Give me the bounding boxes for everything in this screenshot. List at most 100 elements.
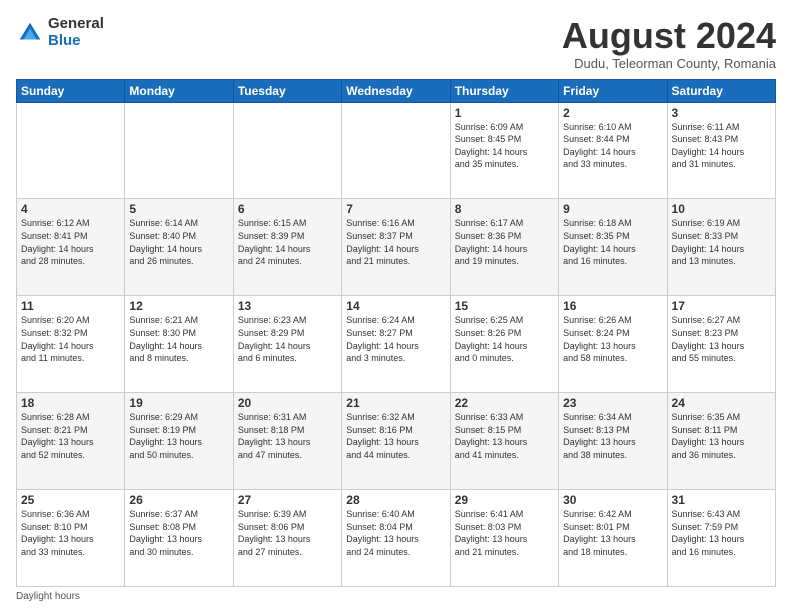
table-row: 13Sunrise: 6:23 AM Sunset: 8:29 PM Dayli… — [233, 296, 341, 393]
day-number: 8 — [455, 202, 554, 216]
day-info: Sunrise: 6:17 AM Sunset: 8:36 PM Dayligh… — [455, 217, 554, 267]
day-info: Sunrise: 6:28 AM Sunset: 8:21 PM Dayligh… — [21, 411, 120, 461]
day-info: Sunrise: 6:32 AM Sunset: 8:16 PM Dayligh… — [346, 411, 445, 461]
day-number: 24 — [672, 396, 771, 410]
day-info: Sunrise: 6:09 AM Sunset: 8:45 PM Dayligh… — [455, 121, 554, 171]
header: General Blue August 2024 Dudu, Teleorman… — [16, 16, 776, 71]
day-number: 3 — [672, 106, 771, 120]
day-number: 14 — [346, 299, 445, 313]
day-number: 30 — [563, 493, 662, 507]
table-row: 12Sunrise: 6:21 AM Sunset: 8:30 PM Dayli… — [125, 296, 233, 393]
day-info: Sunrise: 6:31 AM Sunset: 8:18 PM Dayligh… — [238, 411, 337, 461]
table-row: 27Sunrise: 6:39 AM Sunset: 8:06 PM Dayli… — [233, 490, 341, 587]
logo-general-text: General — [48, 16, 104, 33]
table-row: 31Sunrise: 6:43 AM Sunset: 7:59 PM Dayli… — [667, 490, 775, 587]
location: Dudu, Teleorman County, Romania — [562, 56, 776, 71]
day-number: 31 — [672, 493, 771, 507]
footer-note: Daylight hours — [16, 591, 776, 602]
logo: General Blue — [16, 16, 104, 49]
day-info: Sunrise: 6:43 AM Sunset: 7:59 PM Dayligh… — [672, 508, 771, 558]
day-info: Sunrise: 6:34 AM Sunset: 8:13 PM Dayligh… — [563, 411, 662, 461]
day-info: Sunrise: 6:33 AM Sunset: 8:15 PM Dayligh… — [455, 411, 554, 461]
day-number: 7 — [346, 202, 445, 216]
day-info: Sunrise: 6:27 AM Sunset: 8:23 PM Dayligh… — [672, 314, 771, 364]
table-row: 2Sunrise: 6:10 AM Sunset: 8:44 PM Daylig… — [559, 102, 667, 199]
table-row: 4Sunrise: 6:12 AM Sunset: 8:41 PM Daylig… — [17, 199, 125, 296]
day-info: Sunrise: 6:16 AM Sunset: 8:37 PM Dayligh… — [346, 217, 445, 267]
col-monday: Monday — [125, 79, 233, 102]
col-thursday: Thursday — [450, 79, 558, 102]
page: General Blue August 2024 Dudu, Teleorman… — [0, 0, 792, 612]
table-row: 21Sunrise: 6:32 AM Sunset: 8:16 PM Dayli… — [342, 393, 450, 490]
table-row: 20Sunrise: 6:31 AM Sunset: 8:18 PM Dayli… — [233, 393, 341, 490]
col-wednesday: Wednesday — [342, 79, 450, 102]
day-info: Sunrise: 6:42 AM Sunset: 8:01 PM Dayligh… — [563, 508, 662, 558]
calendar-week-2: 4Sunrise: 6:12 AM Sunset: 8:41 PM Daylig… — [17, 199, 776, 296]
day-info: Sunrise: 6:35 AM Sunset: 8:11 PM Dayligh… — [672, 411, 771, 461]
day-info: Sunrise: 6:15 AM Sunset: 8:39 PM Dayligh… — [238, 217, 337, 267]
calendar-table: Sunday Monday Tuesday Wednesday Thursday… — [16, 79, 776, 587]
day-number: 6 — [238, 202, 337, 216]
day-number: 22 — [455, 396, 554, 410]
day-info: Sunrise: 6:41 AM Sunset: 8:03 PM Dayligh… — [455, 508, 554, 558]
day-number: 10 — [672, 202, 771, 216]
day-info: Sunrise: 6:25 AM Sunset: 8:26 PM Dayligh… — [455, 314, 554, 364]
table-row: 17Sunrise: 6:27 AM Sunset: 8:23 PM Dayli… — [667, 296, 775, 393]
table-row: 1Sunrise: 6:09 AM Sunset: 8:45 PM Daylig… — [450, 102, 558, 199]
day-number: 27 — [238, 493, 337, 507]
day-info: Sunrise: 6:11 AM Sunset: 8:43 PM Dayligh… — [672, 121, 771, 171]
day-number: 16 — [563, 299, 662, 313]
day-number: 9 — [563, 202, 662, 216]
table-row: 26Sunrise: 6:37 AM Sunset: 8:08 PM Dayli… — [125, 490, 233, 587]
table-row: 9Sunrise: 6:18 AM Sunset: 8:35 PM Daylig… — [559, 199, 667, 296]
table-row: 6Sunrise: 6:15 AM Sunset: 8:39 PM Daylig… — [233, 199, 341, 296]
day-number: 1 — [455, 106, 554, 120]
day-number: 2 — [563, 106, 662, 120]
table-row: 8Sunrise: 6:17 AM Sunset: 8:36 PM Daylig… — [450, 199, 558, 296]
table-row: 23Sunrise: 6:34 AM Sunset: 8:13 PM Dayli… — [559, 393, 667, 490]
table-row: 10Sunrise: 6:19 AM Sunset: 8:33 PM Dayli… — [667, 199, 775, 296]
col-tuesday: Tuesday — [233, 79, 341, 102]
table-row: 29Sunrise: 6:41 AM Sunset: 8:03 PM Dayli… — [450, 490, 558, 587]
title-area: August 2024 Dudu, Teleorman County, Roma… — [562, 16, 776, 71]
day-number: 29 — [455, 493, 554, 507]
day-number: 15 — [455, 299, 554, 313]
day-info: Sunrise: 6:29 AM Sunset: 8:19 PM Dayligh… — [129, 411, 228, 461]
day-number: 11 — [21, 299, 120, 313]
table-row: 19Sunrise: 6:29 AM Sunset: 8:19 PM Dayli… — [125, 393, 233, 490]
table-row: 16Sunrise: 6:26 AM Sunset: 8:24 PM Dayli… — [559, 296, 667, 393]
table-row — [17, 102, 125, 199]
col-friday: Friday — [559, 79, 667, 102]
table-row: 15Sunrise: 6:25 AM Sunset: 8:26 PM Dayli… — [450, 296, 558, 393]
day-number: 20 — [238, 396, 337, 410]
table-row: 3Sunrise: 6:11 AM Sunset: 8:43 PM Daylig… — [667, 102, 775, 199]
day-info: Sunrise: 6:20 AM Sunset: 8:32 PM Dayligh… — [21, 314, 120, 364]
col-saturday: Saturday — [667, 79, 775, 102]
day-number: 13 — [238, 299, 337, 313]
logo-icon — [16, 19, 44, 47]
month-title: August 2024 — [562, 16, 776, 56]
day-info: Sunrise: 6:18 AM Sunset: 8:35 PM Dayligh… — [563, 217, 662, 267]
table-row — [342, 102, 450, 199]
logo-text: General Blue — [48, 16, 104, 49]
day-info: Sunrise: 6:24 AM Sunset: 8:27 PM Dayligh… — [346, 314, 445, 364]
calendar-week-4: 18Sunrise: 6:28 AM Sunset: 8:21 PM Dayli… — [17, 393, 776, 490]
day-number: 12 — [129, 299, 228, 313]
day-number: 26 — [129, 493, 228, 507]
table-row: 24Sunrise: 6:35 AM Sunset: 8:11 PM Dayli… — [667, 393, 775, 490]
day-info: Sunrise: 6:26 AM Sunset: 8:24 PM Dayligh… — [563, 314, 662, 364]
day-number: 18 — [21, 396, 120, 410]
day-number: 21 — [346, 396, 445, 410]
table-row: 30Sunrise: 6:42 AM Sunset: 8:01 PM Dayli… — [559, 490, 667, 587]
day-info: Sunrise: 6:36 AM Sunset: 8:10 PM Dayligh… — [21, 508, 120, 558]
day-number: 17 — [672, 299, 771, 313]
table-row: 28Sunrise: 6:40 AM Sunset: 8:04 PM Dayli… — [342, 490, 450, 587]
table-row: 22Sunrise: 6:33 AM Sunset: 8:15 PM Dayli… — [450, 393, 558, 490]
daylight-hours-label: Daylight hours — [16, 591, 80, 602]
col-sunday: Sunday — [17, 79, 125, 102]
day-number: 5 — [129, 202, 228, 216]
table-row — [125, 102, 233, 199]
calendar-week-1: 1Sunrise: 6:09 AM Sunset: 8:45 PM Daylig… — [17, 102, 776, 199]
day-info: Sunrise: 6:37 AM Sunset: 8:08 PM Dayligh… — [129, 508, 228, 558]
day-info: Sunrise: 6:21 AM Sunset: 8:30 PM Dayligh… — [129, 314, 228, 364]
